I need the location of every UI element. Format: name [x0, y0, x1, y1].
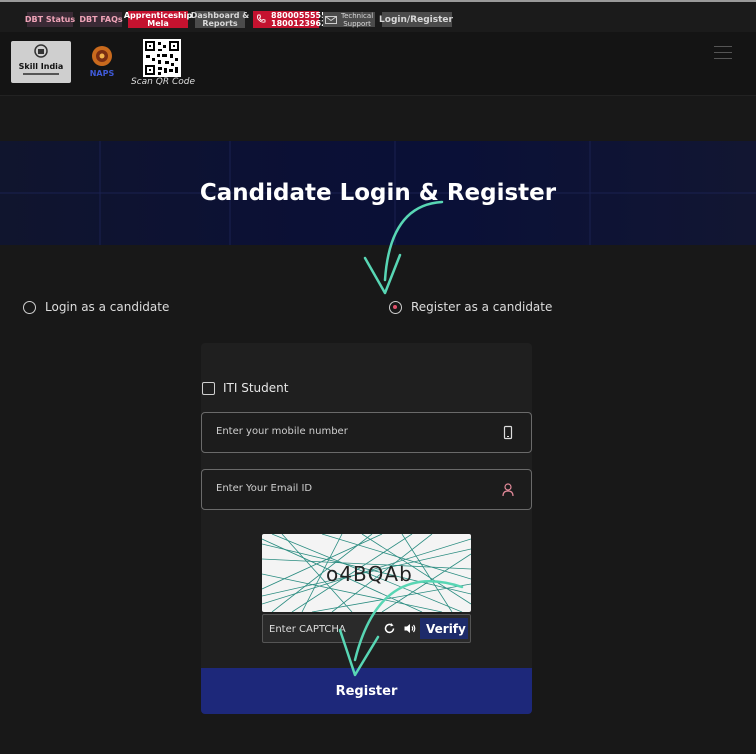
captcha-input[interactable] [267, 619, 381, 640]
refresh-icon[interactable] [383, 622, 396, 635]
login-radio[interactable] [23, 300, 36, 314]
email-input[interactable] [214, 482, 488, 495]
login-register-dropdown[interactable]: Login/Register [379, 12, 453, 27]
skill-india-logo[interactable]: Skill India [11, 41, 71, 83]
mobile-input[interactable] [214, 425, 488, 438]
mobile-icon [503, 425, 513, 440]
technical-support-label: Technical Support [341, 12, 374, 28]
login-radio-label: Login as a candidate [45, 300, 170, 314]
dashboard-reports-link[interactable]: Dashboard & Reports [191, 11, 249, 28]
naps-logo[interactable]: NAPS [87, 42, 117, 84]
verify-button[interactable]: Verify [420, 618, 468, 639]
qr-caption: Scan QR Code [131, 77, 195, 87]
page-title: Candidate Login & Register [199, 180, 557, 206]
phone-icon [257, 14, 266, 23]
register-button[interactable]: Register [201, 668, 532, 714]
site-header: Skill India NAPS Scan QR Code [0, 32, 756, 96]
register-radio[interactable] [389, 300, 402, 314]
register-radio-label: Register as a candidate [411, 300, 553, 314]
login-mode-option[interactable]: Login as a candidate [23, 298, 169, 316]
register-mode-option[interactable]: Register as a candidate [389, 298, 552, 316]
mail-icon [325, 16, 337, 24]
captcha-controls: Verify [262, 614, 471, 643]
captcha-image: o4BQAb [262, 534, 471, 612]
login-register-label: Login/Register [379, 14, 453, 25]
iti-student-label: ITI Student [223, 381, 289, 395]
top-bar: DBT Status DBT FAQs Apprenticeship Mela … [0, 2, 756, 32]
technical-support-link[interactable]: Technical Support [323, 12, 375, 28]
mobile-field[interactable] [201, 412, 532, 453]
user-icon [502, 483, 514, 497]
dbt-faqs-link[interactable]: DBT FAQs [79, 12, 123, 27]
register-form-card [201, 343, 532, 714]
naps-text: NAPS [90, 69, 115, 78]
speaker-icon[interactable] [403, 622, 416, 635]
qr-code [143, 39, 181, 77]
apprenticeship-mela-link[interactable]: Apprenticeship Mela [124, 11, 192, 28]
hamburger-menu-icon[interactable] [714, 46, 732, 60]
arrow-head-register-radio [363, 253, 402, 295]
skill-india-text: Skill India [19, 62, 64, 71]
iti-student-checkbox[interactable] [202, 382, 215, 395]
email-field[interactable] [201, 469, 532, 510]
captcha-text: o4BQAb [326, 562, 413, 586]
dbt-status-link[interactable]: DBT Status [25, 12, 75, 27]
helpline-contact[interactable]: 8800055555 18001239626 [253, 11, 332, 28]
